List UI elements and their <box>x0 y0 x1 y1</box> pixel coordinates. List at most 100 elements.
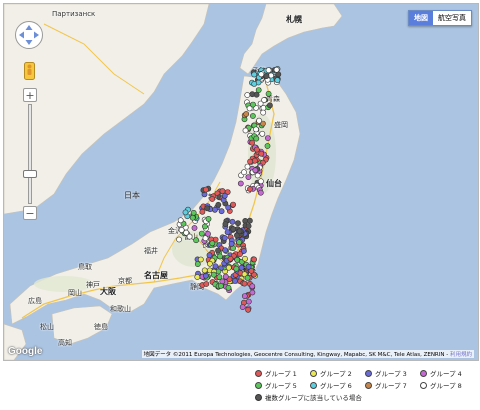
map-marker[interactable] <box>257 178 264 185</box>
map-marker[interactable] <box>190 209 197 216</box>
map-marker[interactable] <box>242 255 248 262</box>
map-marker[interactable] <box>241 293 248 299</box>
map-marker[interactable] <box>233 265 240 272</box>
map-marker[interactable] <box>230 201 236 208</box>
map-canvas[interactable]: 日本 Партизанск 札幌 函館 青森 盛岡 仙台 新潟 金沢 富山 福井… <box>3 3 479 361</box>
map-marker[interactable] <box>230 226 237 232</box>
map-marker[interactable] <box>273 66 280 73</box>
map-marker[interactable] <box>199 208 206 215</box>
zoom-in-button[interactable]: + <box>23 88 37 102</box>
map-marker[interactable] <box>236 239 242 246</box>
map-marker[interactable] <box>221 235 228 241</box>
map-marker[interactable] <box>191 225 198 231</box>
map-marker[interactable] <box>247 158 253 165</box>
map-marker[interactable] <box>237 180 244 187</box>
map-marker[interactable] <box>265 90 272 97</box>
map-marker[interactable] <box>206 260 213 267</box>
map-marker[interactable] <box>274 77 281 84</box>
map-marker[interactable] <box>237 251 243 257</box>
map-marker[interactable] <box>205 215 212 222</box>
map-type-map-button[interactable]: 地図 <box>409 11 433 25</box>
map-marker[interactable] <box>261 97 267 103</box>
map-marker[interactable] <box>266 102 273 109</box>
map-marker[interactable] <box>218 208 225 215</box>
map-marker[interactable] <box>186 233 193 240</box>
map-marker[interactable] <box>264 135 271 141</box>
map-marker[interactable] <box>244 274 251 281</box>
map-marker[interactable] <box>210 271 217 278</box>
map-marker[interactable] <box>227 255 234 262</box>
map-marker[interactable] <box>225 284 232 291</box>
map-marker[interactable] <box>249 139 255 146</box>
map-marker[interactable] <box>178 227 185 233</box>
map-marker[interactable] <box>257 189 264 196</box>
map-marker[interactable] <box>236 228 243 235</box>
map-type-satellite-button[interactable]: 航空写真 <box>433 11 471 25</box>
map-marker[interactable] <box>212 263 219 270</box>
map-marker[interactable] <box>259 130 266 137</box>
map-marker[interactable] <box>249 113 256 119</box>
map-marker[interactable] <box>224 229 231 236</box>
map-marker[interactable] <box>201 223 208 230</box>
map-marker[interactable] <box>194 261 201 267</box>
map-marker[interactable] <box>245 306 251 313</box>
terms-link[interactable]: 利用規約 <box>450 352 472 358</box>
map-marker[interactable] <box>209 196 216 202</box>
map-marker[interactable] <box>201 267 208 274</box>
map-marker[interactable] <box>182 209 189 216</box>
map-marker[interactable] <box>176 236 182 243</box>
map-marker[interactable] <box>217 253 223 260</box>
map-marker[interactable] <box>225 204 232 211</box>
map-marker[interactable] <box>219 188 226 194</box>
pan-control[interactable] <box>14 20 44 50</box>
map-marker[interactable] <box>263 73 270 79</box>
map-marker[interactable] <box>244 92 251 98</box>
map-marker[interactable] <box>252 167 259 174</box>
map-marker[interactable] <box>215 201 222 208</box>
map-marker[interactable] <box>198 230 205 237</box>
map-marker[interactable] <box>251 157 258 164</box>
map-marker[interactable] <box>245 298 252 305</box>
map-marker[interactable] <box>229 218 236 225</box>
map-marker[interactable] <box>222 221 229 227</box>
map-marker[interactable] <box>235 220 241 227</box>
map-marker[interactable] <box>193 237 199 244</box>
map-marker[interactable] <box>258 150 265 157</box>
map-marker[interactable] <box>202 186 209 193</box>
map-marker[interactable] <box>222 273 229 280</box>
map-marker[interactable] <box>221 192 228 199</box>
map-marker[interactable] <box>253 146 260 153</box>
map-marker[interactable] <box>177 217 184 224</box>
map-marker[interactable] <box>239 304 246 310</box>
map-marker[interactable] <box>225 264 232 271</box>
zoom-out-button[interactable]: − <box>23 206 37 220</box>
map-marker[interactable] <box>253 135 260 142</box>
map-marker[interactable] <box>189 214 196 221</box>
map-marker[interactable] <box>249 289 256 296</box>
map-marker[interactable] <box>256 117 262 124</box>
map-marker[interactable] <box>209 240 216 247</box>
zoom-slider-track[interactable] <box>28 104 32 204</box>
map-marker[interactable] <box>204 205 211 212</box>
map-marker[interactable] <box>244 163 251 170</box>
map-marker[interactable] <box>222 247 229 254</box>
map-marker[interactable] <box>241 280 248 287</box>
map-marker[interactable] <box>260 109 267 116</box>
map-marker[interactable] <box>249 283 256 290</box>
map-marker[interactable] <box>206 252 213 259</box>
map-marker[interactable] <box>246 217 253 224</box>
map-marker[interactable] <box>245 223 252 229</box>
map-marker[interactable] <box>211 206 218 213</box>
map-marker[interactable] <box>205 230 211 237</box>
map-marker[interactable] <box>251 71 258 78</box>
map-marker[interactable] <box>203 281 210 287</box>
marker-layer[interactable] <box>4 4 478 360</box>
map-marker[interactable] <box>228 240 235 247</box>
map-marker[interactable] <box>250 101 256 108</box>
map-marker[interactable] <box>247 186 253 192</box>
zoom-slider-thumb[interactable] <box>23 170 37 178</box>
map-marker[interactable] <box>253 91 260 98</box>
map-marker[interactable] <box>245 174 252 180</box>
pegman-icon[interactable] <box>24 62 35 80</box>
map-marker[interactable] <box>251 81 258 87</box>
